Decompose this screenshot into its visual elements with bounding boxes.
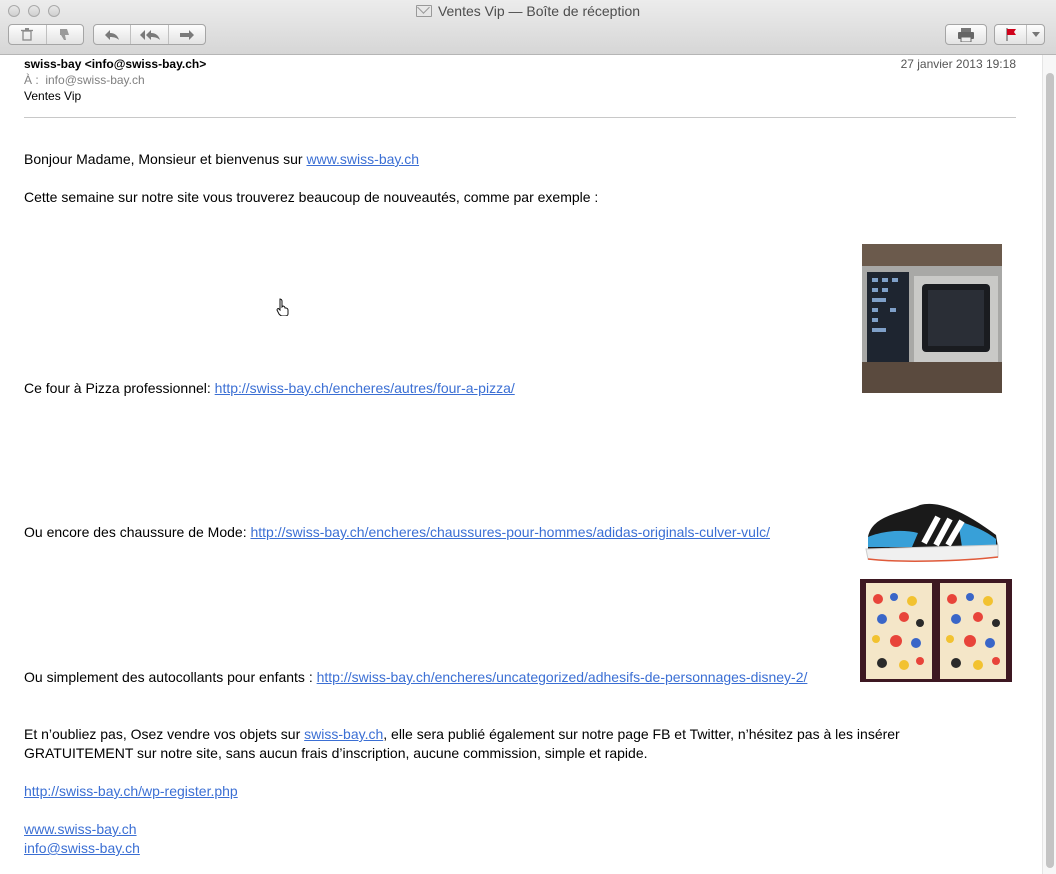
header-divider: [24, 117, 1016, 118]
message-subject: Ventes Vip: [24, 89, 82, 103]
reply-arrow-icon: [105, 29, 119, 40]
printer-icon: [958, 27, 974, 42]
pizza-oven-photo[interactable]: [862, 244, 1002, 393]
window-titlebar: Ventes Vip — Boîte de réception: [0, 0, 1056, 55]
recipient-line: À : info@swiss-bay.ch: [24, 73, 145, 87]
item2-link[interactable]: http://swiss-bay.ch/encheres/chaussures-…: [250, 524, 770, 540]
register-link[interactable]: http://swiss-bay.ch/wp-register.php: [24, 783, 238, 799]
flag-icon: [1006, 28, 1016, 41]
greeting-text: Bonjour Madame, Monsieur et bienvenus su…: [24, 151, 307, 167]
outro-link[interactable]: swiss-bay.ch: [304, 726, 383, 742]
item3-link[interactable]: http://swiss-bay.ch/encheres/uncategoriz…: [317, 669, 808, 685]
chevron-down-icon: [1031, 32, 1040, 37]
item1-paragraph: Ce four à Pizza professionnel: http://sw…: [24, 379, 515, 398]
item3-paragraph: Ou simplement des autocollants pour enfa…: [24, 668, 807, 687]
vertical-scrollbar[interactable]: [1042, 55, 1056, 874]
reply-all-icon: [139, 29, 160, 40]
recipient-address[interactable]: info@swiss-bay.ch: [45, 73, 144, 87]
forward-arrow-icon: [180, 29, 194, 40]
email-paragraph: info@swiss-bay.ch: [24, 839, 140, 858]
thumbs-down-icon: [59, 29, 69, 40]
message-view: swiss-bay <info@swiss-bay.ch> 27 janvier…: [0, 55, 1042, 874]
greeting-paragraph: Bonjour Madame, Monsieur et bienvenus su…: [24, 150, 419, 169]
sticker-sheets-photo[interactable]: [860, 579, 1012, 682]
outro-text-a: Et n’oubliez pas, Osez vendre vos objets…: [24, 726, 305, 742]
trash-icon: [21, 28, 34, 41]
item1-link[interactable]: http://swiss-bay.ch/encheres/autres/four…: [215, 380, 515, 396]
email-link[interactable]: info@swiss-bay.ch: [24, 840, 140, 856]
forward-button[interactable]: [169, 25, 205, 44]
site-link[interactable]: www.swiss-bay.ch: [24, 821, 137, 837]
item1-text: Ce four à Pizza professionnel:: [24, 380, 215, 396]
flag-button-main[interactable]: [995, 25, 1028, 44]
print-button-inner: [946, 25, 986, 44]
outro-text-b: , elle sera publié également sur notre p…: [383, 726, 900, 742]
item3-text: Ou simplement des autocollants pour enfa…: [24, 669, 317, 685]
window-title: Ventes Vip — Boîte de réception: [0, 3, 1056, 19]
outro-line-2: GRATUITEMENT sur notre site, sans aucun …: [24, 745, 648, 761]
junk-button[interactable]: [47, 25, 83, 44]
flag-button[interactable]: [994, 24, 1045, 45]
reply-all-button[interactable]: [131, 25, 169, 44]
sticker-sheets-image: [860, 579, 1012, 682]
outro-line-1: Et n’oubliez pas, Osez vendre vos objets…: [24, 725, 900, 744]
pizza-oven-image: [862, 244, 1002, 393]
hand-pointer-icon: [276, 298, 290, 321]
flag-menu-chevron[interactable]: [1027, 25, 1044, 44]
delete-junk-group: [8, 24, 84, 45]
intro-paragraph: Cette semaine sur notre site vous trouve…: [24, 189, 599, 205]
print-button[interactable]: [945, 24, 987, 45]
item2-paragraph: Ou encore des chaussure de Mode: http://…: [24, 523, 770, 542]
site-paragraph: www.swiss-bay.ch: [24, 820, 137, 839]
delete-button[interactable]: [9, 25, 47, 44]
item2-text: Ou encore des chaussure de Mode:: [24, 524, 251, 540]
reply-group: [93, 24, 206, 45]
scrollbar-thumb[interactable]: [1046, 73, 1054, 868]
recipient-label: À :: [24, 73, 39, 87]
register-paragraph: http://swiss-bay.ch/wp-register.php: [24, 782, 238, 801]
window-title-text: Ventes Vip — Boîte de réception: [437, 3, 641, 19]
envelope-icon: [415, 5, 432, 17]
reply-button[interactable]: [94, 25, 132, 44]
message-date: 27 janvier 2013 19:18: [900, 57, 1016, 71]
sender[interactable]: swiss-bay <info@swiss-bay.ch>: [24, 57, 206, 71]
greeting-link[interactable]: www.swiss-bay.ch: [306, 151, 419, 167]
